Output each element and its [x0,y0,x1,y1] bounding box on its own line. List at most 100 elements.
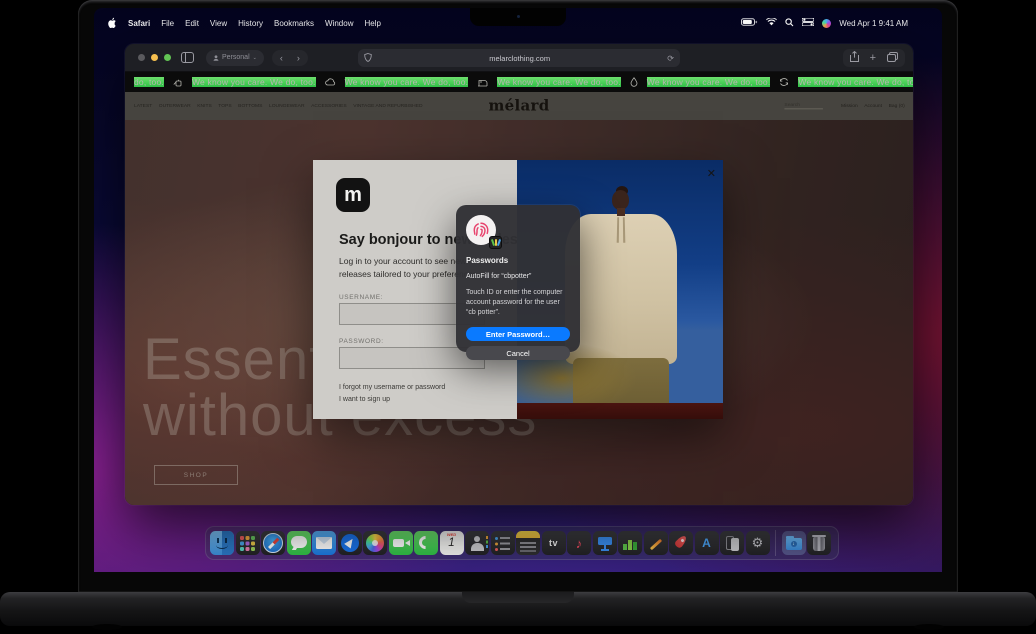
numbers-icon[interactable] [618,531,642,555]
reload-icon[interactable]: ⟳ [667,54,674,63]
modal-close-icon[interactable]: ✕ [707,167,716,180]
menu-item-file[interactable]: File [161,19,174,28]
display-notch [470,8,566,26]
nav-tops[interactable]: TOPS [218,104,231,109]
dialog-title: Passwords [466,256,570,265]
apple-menu-icon[interactable] [108,17,117,30]
dialog-autofill-line: AutoFill for “cbpotter” [466,273,570,280]
music-icon[interactable]: ♪ [567,531,591,555]
window-minimize-button[interactable] [151,54,158,61]
battery-icon[interactable] [741,18,758,28]
brand-m-logo: m [336,178,370,212]
nav-bottoms[interactable]: BOTTOMS [238,104,262,109]
iphone-mirroring-icon[interactable] [720,531,744,555]
ticker-lead-text: do, too. [134,77,164,87]
menu-item-safari[interactable]: Safari [128,19,150,28]
pages-icon[interactable] [644,531,668,555]
chevron-down-icon: ⌄ [253,55,257,61]
notes-icon[interactable] [516,531,540,555]
profile-person-icon [213,55,219,61]
nav-loungewear[interactable]: LOUNGEWEAR [269,104,305,109]
ticker-phrase: We know you care. We do, too. [345,77,469,87]
menu-item-window[interactable]: Window [325,19,353,28]
phone-icon[interactable] [414,531,438,555]
sidebar-toggle-icon[interactable] [181,52,194,63]
safari-icon[interactable] [261,531,285,555]
site-search-input[interactable]: Search [785,103,824,110]
facetime-icon[interactable] [389,531,413,555]
app-store-icon[interactable]: A [695,531,719,555]
messages-icon[interactable] [287,531,311,555]
apple-tv-icon[interactable]: tv [542,531,566,555]
menu-item-bookmarks[interactable]: Bookmarks [274,19,314,28]
new-tab-icon[interactable]: + [870,52,876,64]
mail-icon[interactable] [312,531,336,555]
macbook-marketing-scene: Safari File Edit View History Bookmarks … [0,0,1036,634]
nav-latest[interactable]: LATEST [134,104,152,109]
launchpad-icon[interactable] [236,531,260,555]
ticker-phrase: We know you care. We do, too. [497,77,621,87]
control-center-icon[interactable] [802,18,814,28]
site-logo[interactable]: mélard [488,97,549,115]
link-mission[interactable]: Mission [841,104,858,109]
trash-icon[interactable] [807,531,831,555]
wifi-icon[interactable] [766,18,777,28]
laptop-foot [914,624,944,630]
ticker-phrase: We know you care. We do, too. [192,77,316,87]
url-text: melarclothing.com [372,54,667,63]
share-icon[interactable] [850,49,859,67]
window-close-button[interactable] [138,54,145,61]
photos-icon[interactable] [363,531,387,555]
calendar-icon[interactable]: WED1 [440,531,464,555]
laptop-base [0,592,1036,626]
downloads-folder-icon[interactable]: ↓ [782,531,806,555]
system-settings-icon[interactable]: ⚙ [746,531,770,555]
lid-lift-notch [462,592,574,603]
link-bag[interactable]: Bag (0) [889,104,905,109]
nav-outerwear[interactable]: OUTERWEAR [159,104,191,109]
finder-icon[interactable] [210,531,234,555]
dock-separator [775,530,776,556]
profile-switcher[interactable]: Personal ⌄ [206,50,264,66]
laptop-foot [92,624,122,630]
ticker-phrase: We know you care. We do, too. [647,77,771,87]
enter-password-button[interactable]: Enter Password… [466,327,570,341]
siri-icon[interactable] [822,19,831,28]
sewing-machine-icon [477,78,488,87]
rocket-app-icon[interactable] [669,531,693,555]
nav-knits[interactable]: KNITS [197,104,211,109]
menu-bar-clock[interactable]: Wed Apr 1 9:41 AM [839,19,908,28]
site-nav: LATEST OUTERWEAR KNITS TOPS BOTTOMS LOUN… [134,95,423,118]
reminders-icon[interactable] [491,531,515,555]
nav-vintage[interactable]: VINTAGE AND REFURBISHED [353,104,422,109]
model-figure [612,190,629,210]
ticker-phrase: We know you care. We do, too. [798,77,913,87]
username-label: USERNAME: [339,294,383,301]
menu-item-help[interactable]: Help [364,19,380,28]
promo-ticker: do, too. We know you care. We do, too. W… [125,72,913,92]
cancel-button[interactable]: Cancel [466,346,570,360]
passwords-app-icon [489,236,502,249]
forgot-password-link[interactable]: I forgot my username or password [339,384,445,391]
forward-button[interactable]: › [297,53,300,63]
touchid-autofill-dialog: Passwords AutoFill for “cbpotter” Touch … [456,205,580,352]
privacy-shield-icon[interactable] [364,53,372,64]
menu-item-view[interactable]: View [210,19,227,28]
back-button[interactable]: ‹ [280,53,283,63]
dock: WED1 tv ♪ A ⚙ ↓ [205,526,839,560]
maps-icon[interactable] [338,531,362,555]
keynote-icon[interactable] [593,531,617,555]
search-icon[interactable] [785,18,794,29]
menu-item-history[interactable]: History [238,19,263,28]
menu-item-edit[interactable]: Edit [185,19,199,28]
watering-can-icon [173,78,183,87]
profile-label: Personal [222,54,250,61]
contacts-icon[interactable] [465,531,489,555]
tab-overview-icon[interactable] [887,49,898,67]
nav-accessories[interactable]: ACCESSORIES [311,104,347,109]
address-bar[interactable]: melarclothing.com ⟳ [358,49,680,67]
shop-button[interactable]: SHOP [154,465,238,485]
window-zoom-button[interactable] [164,54,171,61]
link-account[interactable]: Account [865,104,883,109]
signup-link[interactable]: I want to sign up [339,396,390,403]
